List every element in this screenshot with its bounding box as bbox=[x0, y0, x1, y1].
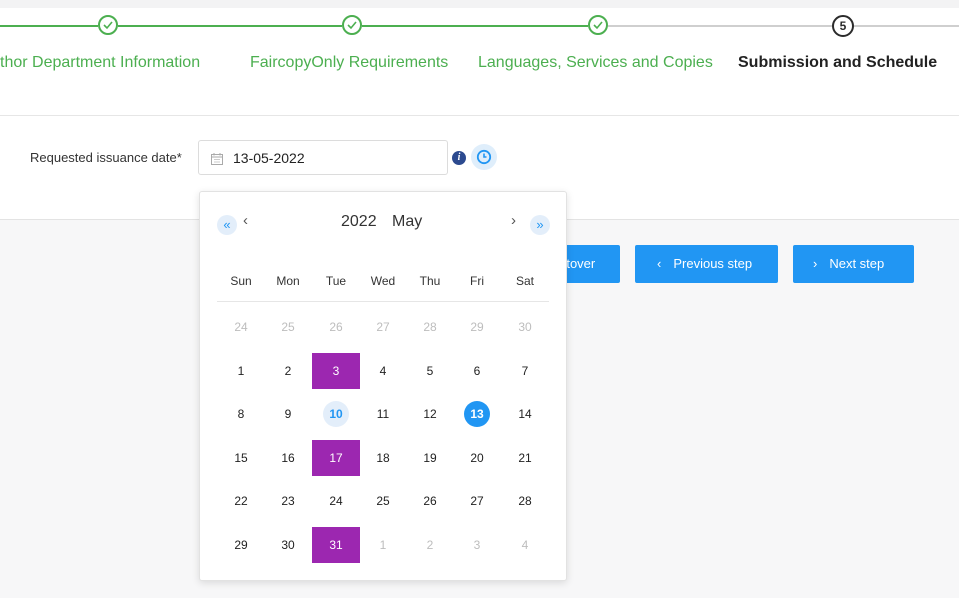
calendar-day-31[interactable]: 31 bbox=[312, 526, 360, 563]
requested-issuance-date-input[interactable]: 13-05-2022 bbox=[198, 140, 448, 175]
calendar-day-13[interactable]: 13 bbox=[453, 395, 501, 431]
weekday-header-sat: Sat bbox=[515, 274, 534, 288]
stepper-line bbox=[118, 25, 342, 27]
requested-issuance-date-label: Requested issuance date* bbox=[30, 150, 182, 165]
calendar-day-other-month[interactable]: 24 bbox=[217, 308, 265, 344]
step-2-check-icon[interactable] bbox=[342, 15, 362, 35]
calendar-day-7[interactable]: 7 bbox=[501, 352, 549, 388]
calendar-day-other-month[interactable]: 30 bbox=[501, 308, 549, 344]
prev-month-icon[interactable]: ‹ bbox=[243, 212, 248, 229]
step-3-check-icon[interactable] bbox=[588, 15, 608, 35]
previous-step-button[interactable]: ‹ Previous step bbox=[635, 245, 778, 283]
stepper-divider bbox=[0, 115, 959, 116]
calendar-day-9[interactable]: 9 bbox=[264, 395, 312, 431]
calendar-day-other-month[interactable]: 2 bbox=[406, 526, 454, 562]
calendar-day-other-month[interactable]: 28 bbox=[406, 308, 454, 344]
calendar-day-28[interactable]: 28 bbox=[501, 482, 549, 518]
calendar-day-30[interactable]: 30 bbox=[264, 526, 312, 562]
calendar-day-other-month[interactable]: 1 bbox=[359, 526, 407, 562]
stepper-line bbox=[608, 25, 832, 27]
calendar-day-other-month[interactable]: 29 bbox=[453, 308, 501, 344]
date-value: 13-05-2022 bbox=[233, 150, 305, 166]
weekday-header-thu: Thu bbox=[419, 274, 441, 288]
calendar-icon bbox=[211, 152, 223, 170]
calendar-day-27[interactable]: 27 bbox=[453, 482, 501, 518]
calendar-day-2[interactable]: 2 bbox=[264, 352, 312, 388]
calendar-day-other-month[interactable]: 3 bbox=[453, 526, 501, 562]
calendar-header-separator bbox=[217, 301, 549, 302]
chevron-right-icon: › bbox=[813, 256, 818, 271]
calendar-day-18[interactable]: 18 bbox=[359, 439, 407, 475]
calendar-day-17[interactable]: 17 bbox=[312, 439, 360, 476]
calendar-day-1[interactable]: 1 bbox=[217, 352, 265, 388]
calendar-day-11[interactable]: 11 bbox=[359, 395, 407, 431]
calendar-day-19[interactable]: 19 bbox=[406, 439, 454, 475]
calendar-day-other-month[interactable]: 4 bbox=[501, 526, 549, 562]
calendar-day-other-month[interactable]: 27 bbox=[359, 308, 407, 344]
step-4-number-icon[interactable]: 5 bbox=[832, 15, 854, 37]
calendar-day-25[interactable]: 25 bbox=[359, 482, 407, 518]
step-label-languages-services[interactable]: Languages, Services and Copies bbox=[478, 54, 713, 72]
calendar-day-4[interactable]: 4 bbox=[359, 352, 407, 388]
previous-step-label: Previous step bbox=[673, 256, 753, 271]
calendar-day-5[interactable]: 5 bbox=[406, 352, 454, 388]
next-month-icon[interactable]: › bbox=[511, 212, 516, 229]
weekday-header-wed: Wed bbox=[370, 274, 396, 288]
step-label-faircopy-requirements[interactable]: FaircopyOnly Requirements bbox=[250, 54, 448, 72]
weekday-header-sun: Sun bbox=[230, 274, 252, 288]
calendar-day-29[interactable]: 29 bbox=[217, 526, 265, 562]
next-year-icon[interactable]: » bbox=[530, 215, 550, 235]
calendar-day-20[interactable]: 20 bbox=[453, 439, 501, 475]
step-1-check-icon[interactable] bbox=[98, 15, 118, 35]
calendar-day-24[interactable]: 24 bbox=[312, 482, 360, 518]
calendar-day-14[interactable]: 14 bbox=[501, 395, 549, 431]
weekday-header-fri: Fri bbox=[470, 274, 484, 288]
chevron-left-icon: ‹ bbox=[657, 256, 662, 271]
next-step-button[interactable]: › Next step bbox=[793, 245, 914, 283]
calendar-year[interactable]: 2022 bbox=[341, 213, 377, 231]
date-picker-popup: « ‹ 2022 May › » Sun Mon Tue Wed Thu Fri Sat 2… bbox=[199, 191, 567, 581]
top-strip bbox=[0, 0, 959, 8]
weekday-header-mon: Mon bbox=[276, 274, 300, 288]
prev-year-icon[interactable]: « bbox=[217, 215, 237, 235]
step-label-author-department[interactable]: thor Department Information bbox=[0, 54, 200, 72]
stepper-line bbox=[362, 25, 588, 27]
progress-stepper: 5 thor Department Information FaircopyOn… bbox=[0, 8, 959, 112]
calendar-day-8[interactable]: 8 bbox=[217, 395, 265, 431]
clock-icon[interactable] bbox=[471, 144, 497, 170]
step-label-submission-schedule[interactable]: Submission and Schedule bbox=[738, 54, 937, 72]
calendar-day-26[interactable]: 26 bbox=[406, 482, 454, 518]
calendar-day-23[interactable]: 23 bbox=[264, 482, 312, 518]
calendar-day-10[interactable]: 10 bbox=[312, 395, 360, 431]
calendar-day-21[interactable]: 21 bbox=[501, 439, 549, 475]
stepper-line bbox=[0, 25, 98, 27]
calendar-day-other-month[interactable]: 26 bbox=[312, 308, 360, 344]
calendar-day-12[interactable]: 12 bbox=[406, 395, 454, 431]
calendar-day-other-month[interactable]: 25 bbox=[264, 308, 312, 344]
calendar-month[interactable]: May bbox=[392, 213, 422, 231]
weekday-header-tue: Tue bbox=[325, 274, 347, 288]
calendar-day-22[interactable]: 22 bbox=[217, 482, 265, 518]
next-step-label: Next step bbox=[829, 256, 885, 271]
stepper-line bbox=[854, 25, 959, 27]
calendar-day-15[interactable]: 15 bbox=[217, 439, 265, 475]
calendar-day-3[interactable]: 3 bbox=[312, 352, 360, 389]
calendar-day-16[interactable]: 16 bbox=[264, 439, 312, 475]
calendar-day-6[interactable]: 6 bbox=[453, 352, 501, 388]
info-icon[interactable]: i bbox=[452, 151, 466, 165]
